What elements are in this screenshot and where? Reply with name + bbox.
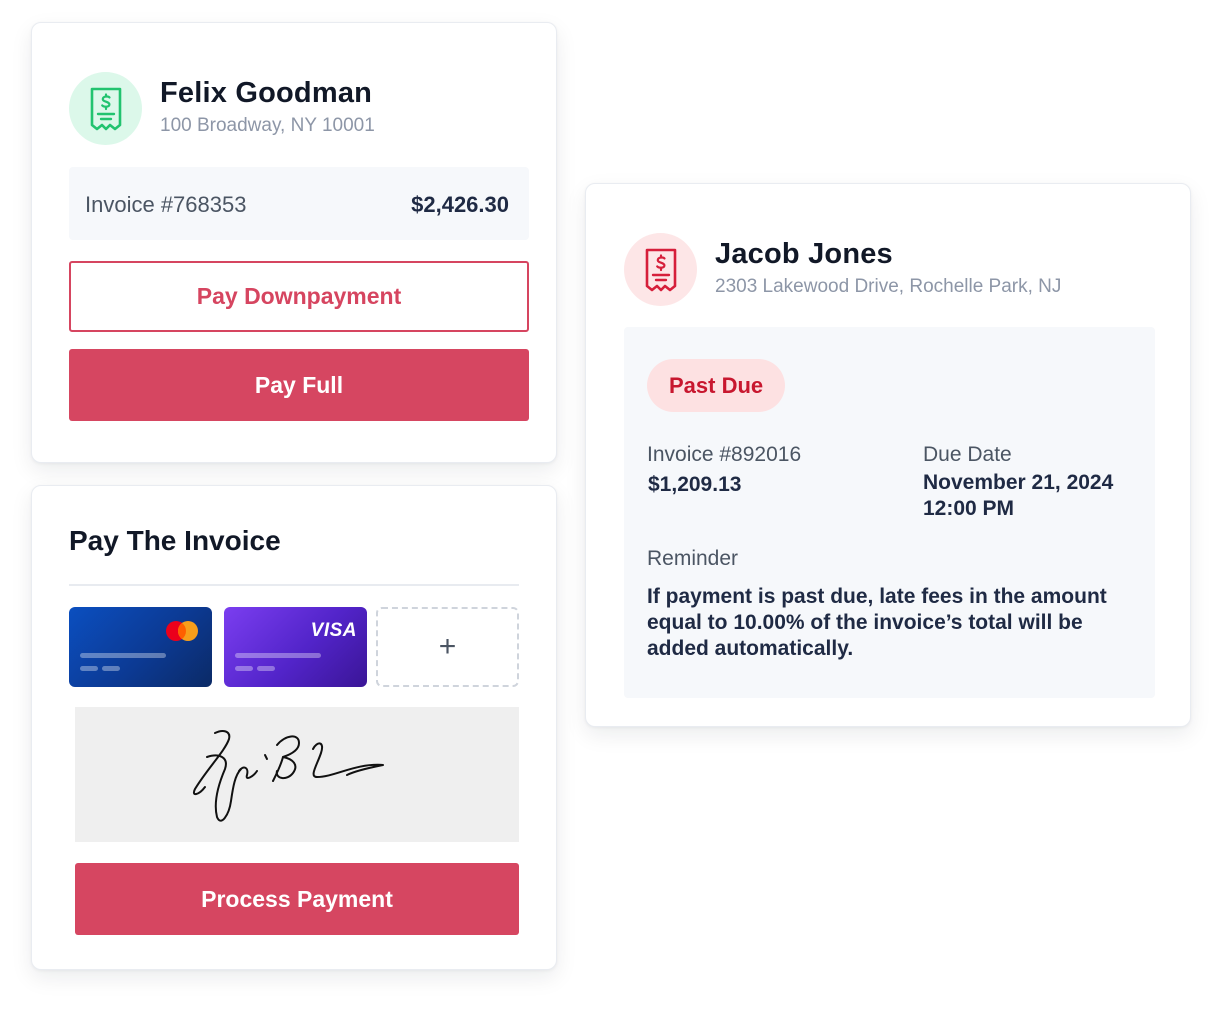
payment-title: Pay The Invoice	[69, 525, 281, 556]
signature-pad[interactable]	[75, 707, 519, 842]
invoice-details-panel: Past Due Invoice #892016 $1,209.13 Due D…	[624, 327, 1155, 698]
invoice-summary: Invoice #768353 $2,426.30	[69, 167, 529, 240]
invoice-number: Invoice #892016	[647, 443, 802, 466]
customer-name: Jacob Jones	[715, 238, 893, 270]
card-detail-placeholder	[80, 666, 98, 671]
due-date-value: November 21, 2024	[923, 471, 1114, 494]
card-number-placeholder	[80, 653, 166, 658]
payment-card: Pay The Invoice VISA + Process Payment	[31, 485, 557, 970]
invoice-card-jacob: Jacob Jones 2303 Lakewood Drive, Rochell…	[585, 183, 1191, 727]
invoice-number: Invoice #768353	[85, 192, 247, 217]
plus-icon: +	[438, 630, 457, 663]
card-detail-placeholder	[257, 666, 275, 671]
card-detail-placeholder	[102, 666, 120, 671]
pay-downpayment-button[interactable]: Pay Downpayment	[69, 261, 529, 332]
reminder-text: If payment is past due, late fees in the…	[647, 585, 1107, 660]
card-detail-placeholder	[235, 666, 253, 671]
divider	[69, 584, 519, 586]
card-number-placeholder	[235, 653, 321, 658]
add-card-button[interactable]: +	[376, 607, 519, 687]
invoice-card-felix: Felix Goodman 100 Broadway, NY 10001 Inv…	[31, 22, 557, 463]
status-badge: Past Due	[647, 359, 786, 412]
customer-address: 100 Broadway, NY 10001	[160, 115, 375, 136]
receipt-icon	[624, 233, 697, 306]
mastercard-card-option[interactable]	[69, 607, 212, 687]
due-date-label: Due Date	[923, 443, 1012, 466]
invoice-amount: $2,426.30	[411, 192, 509, 217]
visa-logo: VISA	[310, 620, 357, 641]
receipt-icon	[69, 72, 142, 145]
pay-full-button[interactable]: Pay Full	[69, 349, 529, 421]
signature-icon	[193, 730, 384, 822]
reminder-label: Reminder	[647, 547, 739, 570]
visa-card-option[interactable]: VISA	[224, 607, 367, 687]
customer-address: 2303 Lakewood Drive, Rochelle Park, NJ	[715, 276, 1062, 297]
customer-name: Felix Goodman	[160, 77, 373, 109]
invoice-amount: $1,209.13	[648, 473, 742, 496]
mastercard-logo-icon	[166, 621, 198, 641]
process-payment-button[interactable]: Process Payment	[75, 863, 519, 935]
due-time-value: 12:00 PM	[923, 497, 1015, 520]
